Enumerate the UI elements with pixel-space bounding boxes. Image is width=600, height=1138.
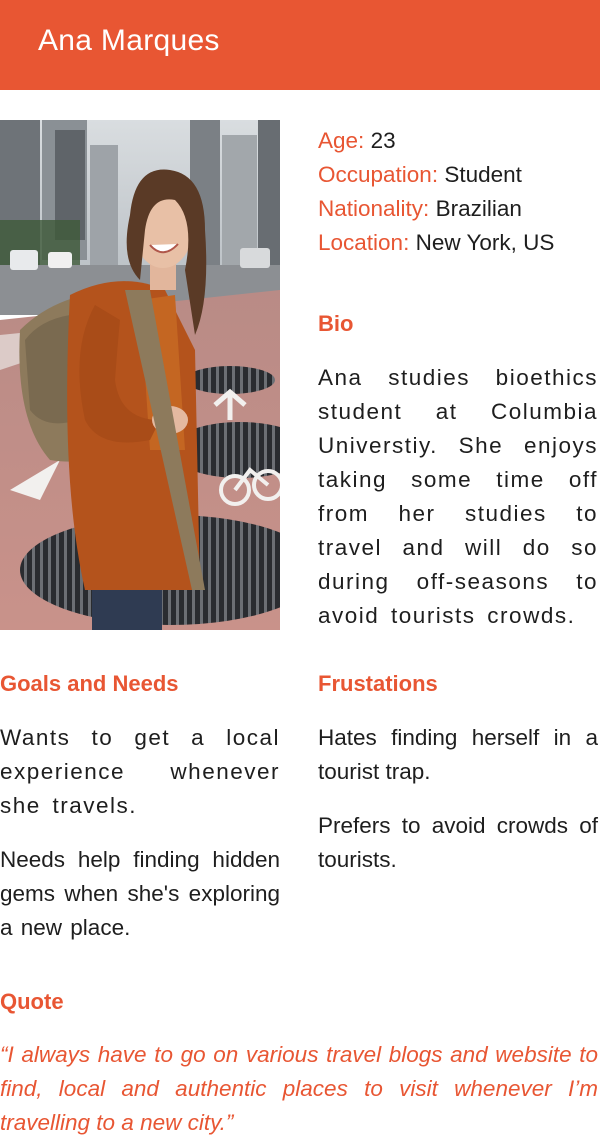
- fact-age: Age: 23: [318, 124, 600, 158]
- quote-text: “I always have to go on various travel b…: [0, 1042, 598, 1135]
- goals-item: Wants to get a local experience whenever…: [0, 725, 280, 818]
- goals-item: Needs help finding hid­den gems when she…: [0, 847, 280, 940]
- fact-label: Nationality:: [318, 196, 430, 221]
- frustrations-heading: Frustations: [318, 671, 438, 696]
- frustrations-item: Hates finding herself in a tourist trap.: [318, 725, 598, 784]
- goals-heading: Goals and Needs: [0, 671, 179, 696]
- persona-name: Ana Marques: [38, 24, 220, 57]
- fact-location: Location: New York, US: [318, 226, 600, 260]
- fact-value: Brazilian: [435, 196, 522, 221]
- fact-occupation: Occupation: Student: [318, 158, 600, 192]
- persona-photo: [0, 120, 280, 630]
- bio-text: Ana studies bioethics student at Columbi…: [318, 365, 598, 628]
- fact-value: 23: [370, 128, 396, 153]
- fact-value: New York, US: [415, 230, 555, 255]
- fact-label: Location:: [318, 230, 410, 255]
- fact-nationality: Nationality: Brazilian: [318, 192, 600, 226]
- frustrations-item: Prefers to avoid crowds of tourists.: [318, 813, 598, 872]
- header-bar: Ana Marques: [0, 0, 600, 90]
- bio-heading: Bio: [318, 311, 354, 336]
- fact-label: Occupation:: [318, 162, 439, 187]
- fact-value: Student: [444, 162, 522, 187]
- persona-facts: Age: 23 Occupation: Student Nationality:…: [318, 124, 600, 260]
- quote-heading: Quote: [0, 989, 64, 1014]
- fact-label: Age:: [318, 128, 365, 153]
